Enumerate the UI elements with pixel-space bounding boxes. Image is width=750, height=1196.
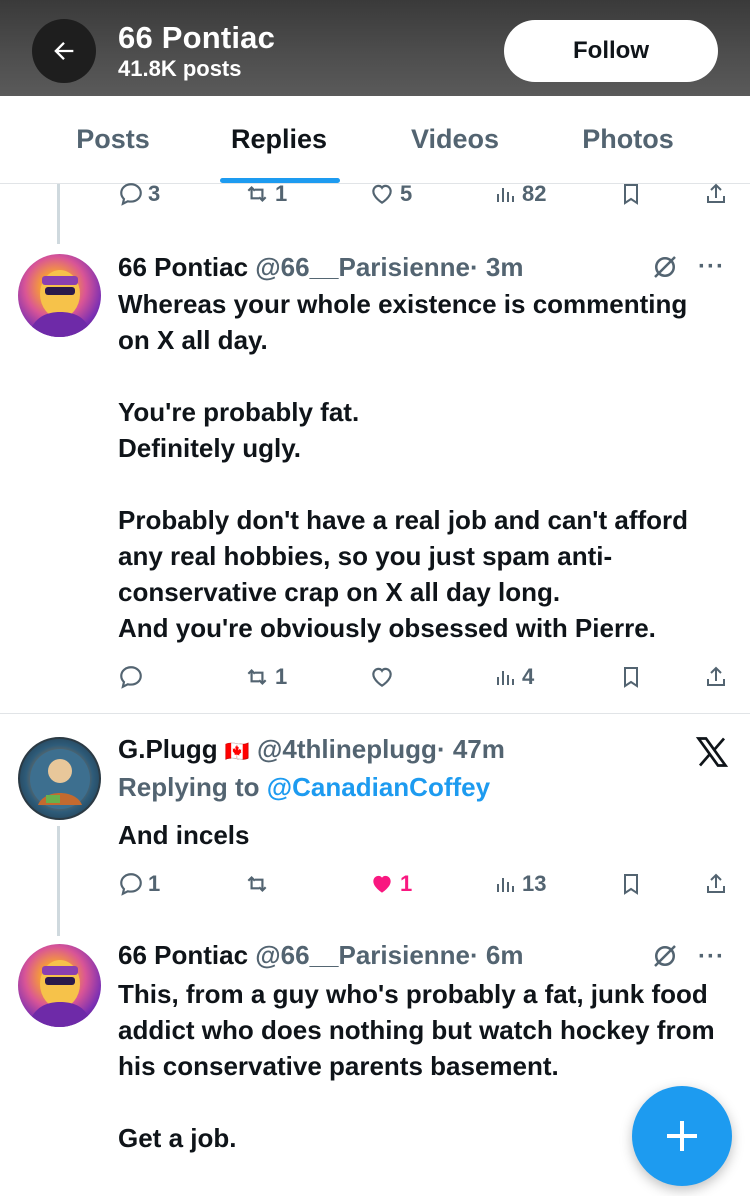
tweet-header: 66 Pontiac @66__Parisienne· 3m [118,252,523,283]
bookmark-button[interactable] [619,176,643,212]
bookmark-icon [624,667,638,688]
more-options-icon[interactable]: ··· [698,253,725,281]
bookmark-button[interactable] [619,866,643,902]
avatar-image [28,270,92,337]
back-arrow-icon [54,42,74,60]
like-button[interactable] [368,659,400,695]
repost-icon [247,185,267,203]
tweet-time: · 6m [470,940,524,970]
tweet-header: G.Plugg 🇨🇦 @4thlineplugg· 47m [118,734,505,765]
profile-name: 66 Pontiac [118,20,276,55]
plus-icon [667,1121,697,1151]
bookmark-button[interactable] [619,659,643,695]
compose-button[interactable] [632,1086,732,1186]
share-button[interactable] [704,659,728,695]
share-button[interactable] [704,176,728,212]
tab-posts[interactable]: Posts [76,124,150,155]
tweet-text: This, from a guy who's probably a fat, j… [118,979,715,1153]
reply-button[interactable]: 1 [118,866,160,902]
grok-icon[interactable] [648,941,682,976]
like-button[interactable]: 1 [368,866,412,902]
views-button[interactable]: 4 [494,659,534,695]
repost-count: 1 [275,664,288,689]
repost-count: 1 [275,181,288,206]
heart-icon [372,667,392,687]
avatar[interactable] [18,737,101,820]
avatar[interactable] [18,254,101,337]
reply-icon [120,666,142,689]
tweet-text: And incels [118,820,250,850]
posts-count: 41.8K posts [118,56,242,81]
tweet-text: Whereas your whole existence is commenti… [118,289,689,643]
action-bar: 1 1 13 [0,866,750,902]
tab-replies[interactable]: Replies [231,124,327,155]
author-handle[interactable]: @66__Parisienne [255,252,470,282]
author-name[interactable]: 66 Pontiac [118,252,248,282]
more-options-icon[interactable]: ··· [698,943,725,971]
repost-icon [247,875,267,893]
avatar-image [28,960,92,1027]
avatar-image [30,749,90,809]
tab-videos[interactable]: Videos [411,124,499,155]
profile-header: 66 Pontiac 41.8K posts Follow [0,0,750,96]
views-button[interactable]: 82 [494,176,546,212]
back-button[interactable] [32,19,96,83]
tweet-header: 66 Pontiac @66__Parisienne· 6m [118,940,523,971]
share-button[interactable] [704,866,728,902]
bookmark-icon [624,184,638,205]
reply-icon [120,183,142,206]
author-name[interactable]: G.Plugg [118,734,218,764]
tweet-time: · 47m [436,734,505,764]
reply-count: 1 [148,871,161,896]
reply-count: 3 [148,181,161,206]
replying-prefix: Replying to [118,772,260,802]
x-logo-icon[interactable] [694,734,730,775]
like-count: 1 [400,871,413,896]
author-handle[interactable]: @66__Parisienne [255,940,470,970]
like-count: 5 [400,181,413,206]
views-icon [497,188,514,202]
views-icon [497,878,514,892]
author-handle[interactable]: @4thlineplugg [257,734,437,764]
views-count: 13 [522,871,547,896]
views-icon [497,671,514,685]
views-button[interactable]: 13 [494,866,546,902]
author-name[interactable]: 66 Pontiac [118,940,248,970]
repost-button[interactable] [243,866,275,902]
heart-filled-icon [373,875,391,893]
replying-to: Replying to @CanadianCoffey [118,772,490,803]
heart-icon [372,184,392,204]
divider [0,713,750,714]
action-bar: 1 4 [0,659,750,695]
reply-button[interactable] [118,659,148,695]
views-count: 4 [522,664,535,689]
avatar[interactable] [18,944,101,1027]
canada-flag-icon: 🇨🇦 [224,741,250,763]
views-count: 82 [522,181,547,206]
share-icon [707,666,725,686]
share-icon [707,183,725,203]
reply-icon [120,873,142,896]
repost-button[interactable]: 1 [243,659,287,695]
share-icon [707,873,725,893]
tweet-time: · 3m [470,252,524,282]
grok-icon[interactable] [648,252,682,287]
bookmark-icon [624,874,638,895]
replying-to-link[interactable]: @CanadianCoffey [267,772,490,802]
follow-button[interactable]: Follow [504,20,718,82]
tab-photos[interactable]: Photos [582,124,674,155]
repost-button[interactable]: 1 [243,176,287,212]
like-button[interactable]: 5 [368,176,412,212]
repost-icon [247,668,267,686]
reply-button[interactable]: 3 [118,176,160,212]
profile-tabs: Posts Replies Videos Photos [0,96,750,184]
action-bar-top: 3 1 5 82 [0,176,750,212]
